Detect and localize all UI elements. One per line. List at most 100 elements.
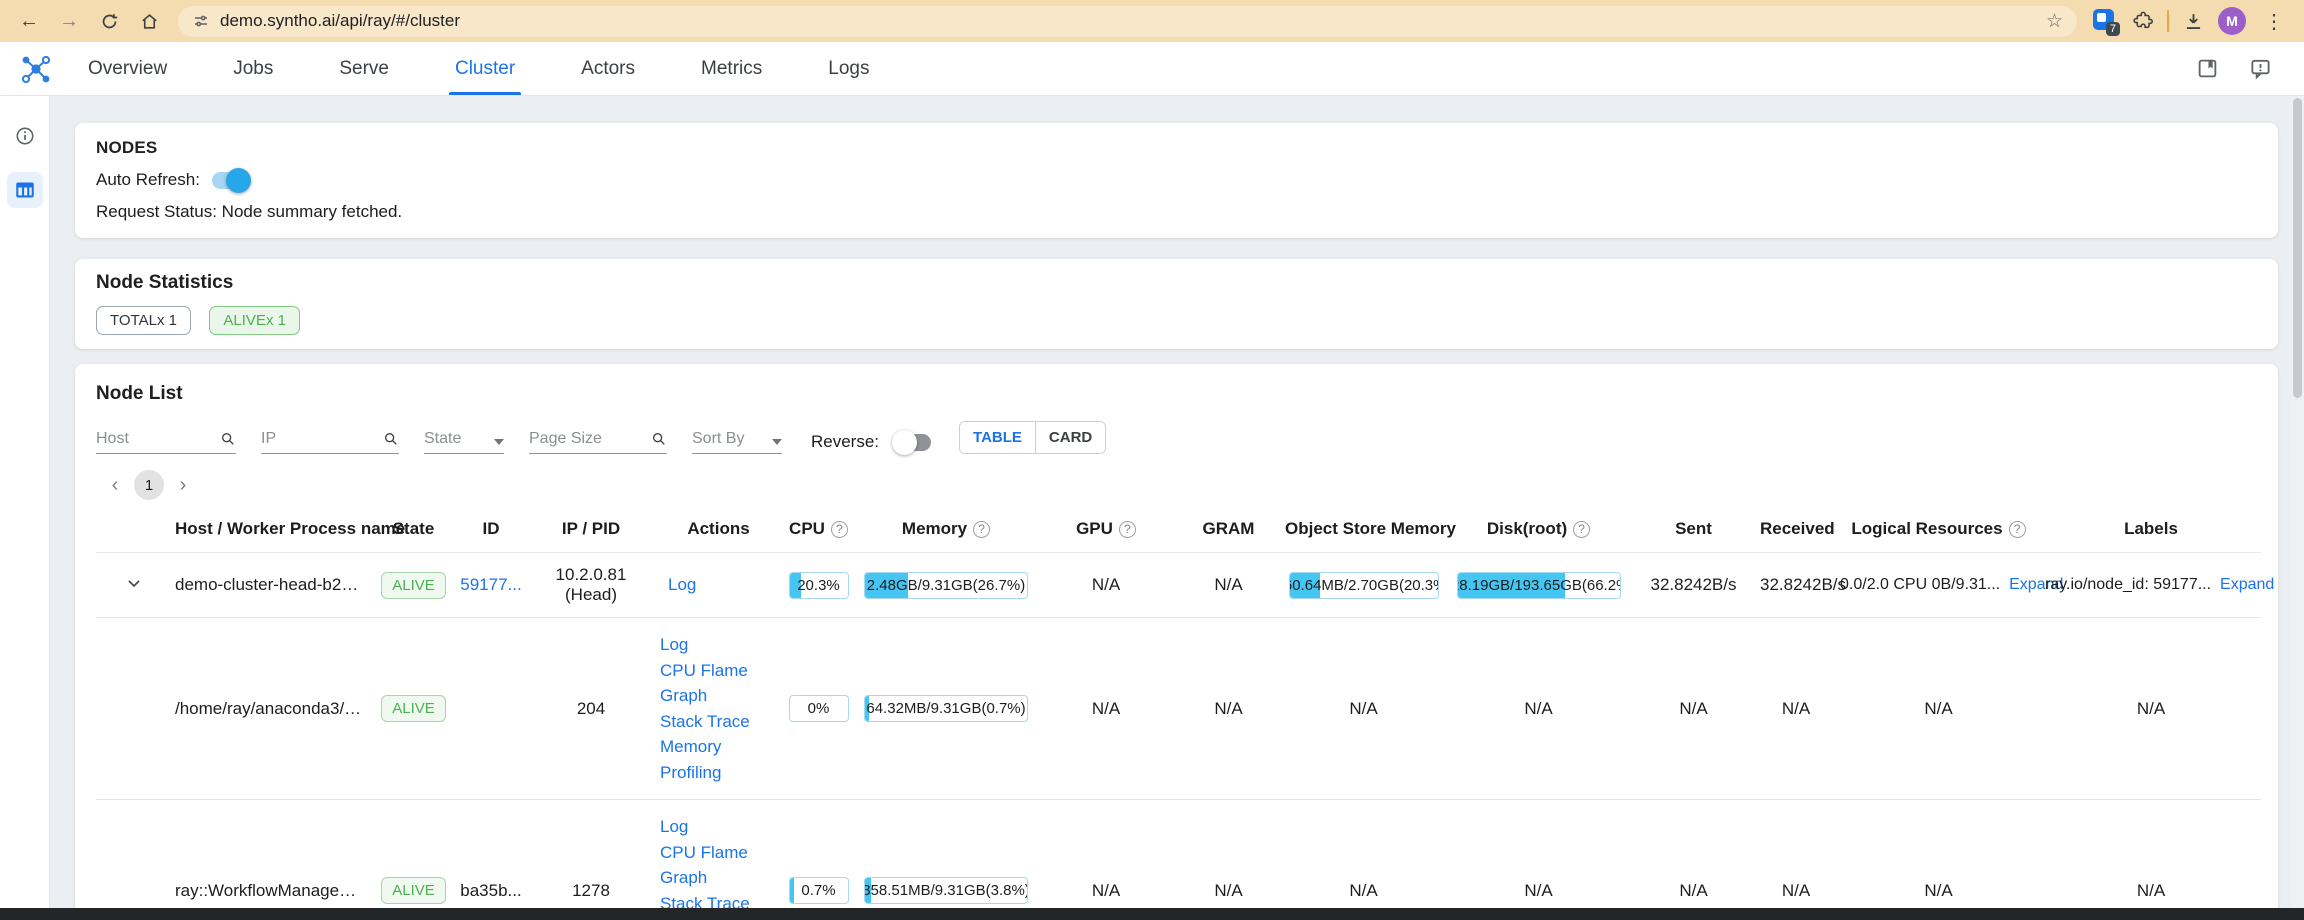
sent-cell: N/A [1631, 618, 1756, 800]
log-link[interactable]: Log [660, 814, 777, 840]
help-icon[interactable] [973, 521, 990, 538]
back-icon[interactable]: ← [12, 4, 46, 38]
col-object-store: Object Store Memory [1281, 506, 1446, 553]
labels-text: ray.io/node_id: 59177... [2045, 576, 2211, 593]
host-filter-input[interactable] [96, 430, 220, 448]
prev-page-icon[interactable]: ‹ [102, 472, 128, 498]
profile-avatar[interactable]: M [2218, 7, 2246, 35]
cpu-usage-bar: 0.7% [789, 877, 849, 904]
alive-count-chip[interactable]: ALIVEx 1 [209, 306, 300, 335]
gpu-cell: N/A [1036, 618, 1176, 800]
col-ip-pid: IP / PID [526, 506, 656, 553]
expand-row-icon[interactable] [124, 573, 144, 598]
docs-icon[interactable] [2196, 57, 2219, 80]
auto-refresh-label: Auto Refresh: [96, 170, 200, 190]
ip-filter[interactable] [261, 430, 399, 454]
tab-actors[interactable]: Actors [581, 42, 635, 95]
cpu-usage-bar: 0% [789, 695, 849, 722]
page-1-button[interactable]: 1 [134, 470, 164, 500]
log-link[interactable]: Log [668, 575, 696, 594]
state-filter-label: State [424, 430, 461, 448]
node-statistics-title: Node Statistics [96, 272, 2257, 294]
labels-cell: N/A [2041, 618, 2261, 800]
table-view-icon[interactable] [7, 172, 43, 208]
home-icon[interactable] [132, 4, 166, 38]
help-icon[interactable] [1573, 521, 1590, 538]
tab-overview[interactable]: Overview [88, 42, 167, 95]
tab-serve[interactable]: Serve [339, 42, 389, 95]
url-bar[interactable]: demo.syntho.ai/api/ray/#/cluster ☆ [178, 6, 2077, 37]
labels-cell: N/A [2041, 800, 2261, 909]
tab-jobs[interactable]: Jobs [233, 42, 273, 95]
tab-metrics[interactable]: Metrics [701, 42, 762, 95]
extensions-puzzle-icon[interactable] [2131, 10, 2153, 32]
state-filter[interactable]: State [424, 430, 504, 454]
card-view-button[interactable]: CARD [1035, 422, 1105, 453]
node-table: Host / Worker Process name State ID IP /… [96, 506, 2261, 908]
labels-expand-link[interactable]: Expand [2220, 576, 2274, 593]
memory-profiling-link[interactable]: Memory Profiling [660, 734, 777, 785]
page-size-input[interactable] [529, 430, 651, 448]
node-list-panel: Node List State [75, 364, 2278, 908]
col-memory: Memory [856, 506, 1036, 553]
table-view-button[interactable]: TABLE [960, 422, 1035, 453]
col-gram: GRAM [1176, 506, 1281, 553]
state-badge: ALIVE [381, 695, 446, 722]
received-cell: N/A [1756, 618, 1836, 800]
chevron-down-icon [772, 439, 782, 445]
scrollbar-thumb[interactable] [2293, 98, 2302, 398]
table-row: ray::WorkflowManagementActor ALIVE ba35b… [96, 800, 2261, 909]
received-cell: N/A [1756, 800, 1836, 909]
cpu-flame-graph-link[interactable]: CPU Flame Graph [660, 840, 777, 891]
help-icon[interactable] [2009, 521, 2026, 538]
ip-filter-input[interactable] [261, 430, 383, 448]
page-size-filter[interactable] [529, 430, 667, 454]
forward-icon[interactable]: → [52, 4, 86, 38]
tab-cluster[interactable]: Cluster [455, 42, 515, 95]
node-id-link[interactable]: 59177... [460, 575, 521, 594]
request-status: Request Status: Node summary fetched. [96, 202, 2257, 222]
view-mode-toggle: TABLE CARD [959, 421, 1106, 454]
help-icon[interactable] [1119, 521, 1136, 538]
site-info-icon[interactable] [192, 12, 210, 30]
gram-cell: N/A [1176, 800, 1281, 909]
cpu-flame-graph-link[interactable]: CPU Flame Graph [660, 658, 777, 709]
help-icon[interactable] [831, 521, 848, 538]
stack-trace-link[interactable]: Stack Trace [660, 709, 777, 735]
sent-cell: N/A [1631, 800, 1756, 909]
col-host: Host / Worker Process name [171, 506, 371, 553]
chrome-menu-icon[interactable]: ⋮ [2260, 9, 2288, 34]
table-row: demo-cluster-head-b2782 ALIVE 59177... 1… [96, 553, 2261, 618]
col-logical-resources: Logical Resources [1836, 506, 2041, 553]
object-store-cell: N/A [1281, 618, 1446, 800]
worker-name: /home/ray/anaconda3/bin/python [171, 618, 371, 800]
table-row: /home/ray/anaconda3/bin/python ALIVE 204… [96, 618, 2261, 800]
page-scrollbar[interactable] [2291, 96, 2304, 908]
main-content: NODES Auto Refresh: Request Status: Node… [50, 96, 2304, 908]
download-icon[interactable] [2183, 11, 2204, 32]
feedback-icon[interactable] [2249, 57, 2272, 80]
node-name: demo-cluster-head-b2782 [171, 553, 371, 618]
auto-refresh-toggle[interactable] [212, 172, 248, 189]
stack-trace-link[interactable]: Stack Trace [660, 891, 777, 909]
ray-dashboard-header: Overview Jobs Serve Cluster Actors Metri… [0, 42, 2304, 96]
reverse-label: Reverse: [811, 432, 879, 452]
ip-pid-cell: 1278 [526, 800, 656, 909]
tab-logs[interactable]: Logs [828, 42, 869, 95]
host-filter[interactable] [96, 430, 236, 454]
total-count-chip[interactable]: TOTALx 1 [96, 306, 191, 335]
bookmark-star-icon[interactable]: ☆ [2046, 10, 2063, 33]
url-text: demo.syntho.ai/api/ray/#/cluster [220, 11, 2036, 31]
log-link[interactable]: Log [660, 632, 777, 658]
cluster-info-icon[interactable] [7, 118, 43, 154]
ip-pid-cell: 204 [526, 618, 656, 800]
sent-cell: 32.8242B/s [1631, 553, 1756, 618]
reverse-toggle[interactable] [895, 434, 931, 451]
col-actions: Actions [656, 506, 781, 553]
next-page-icon[interactable]: › [170, 472, 196, 498]
reload-icon[interactable] [92, 4, 126, 38]
col-disk: Disk(root) [1446, 506, 1631, 553]
sort-by-filter[interactable]: Sort By [692, 430, 782, 454]
filter-bar: State Sort By Reverse: [96, 421, 2257, 454]
pinned-extension-icon[interactable]: 7 [2093, 9, 2117, 33]
